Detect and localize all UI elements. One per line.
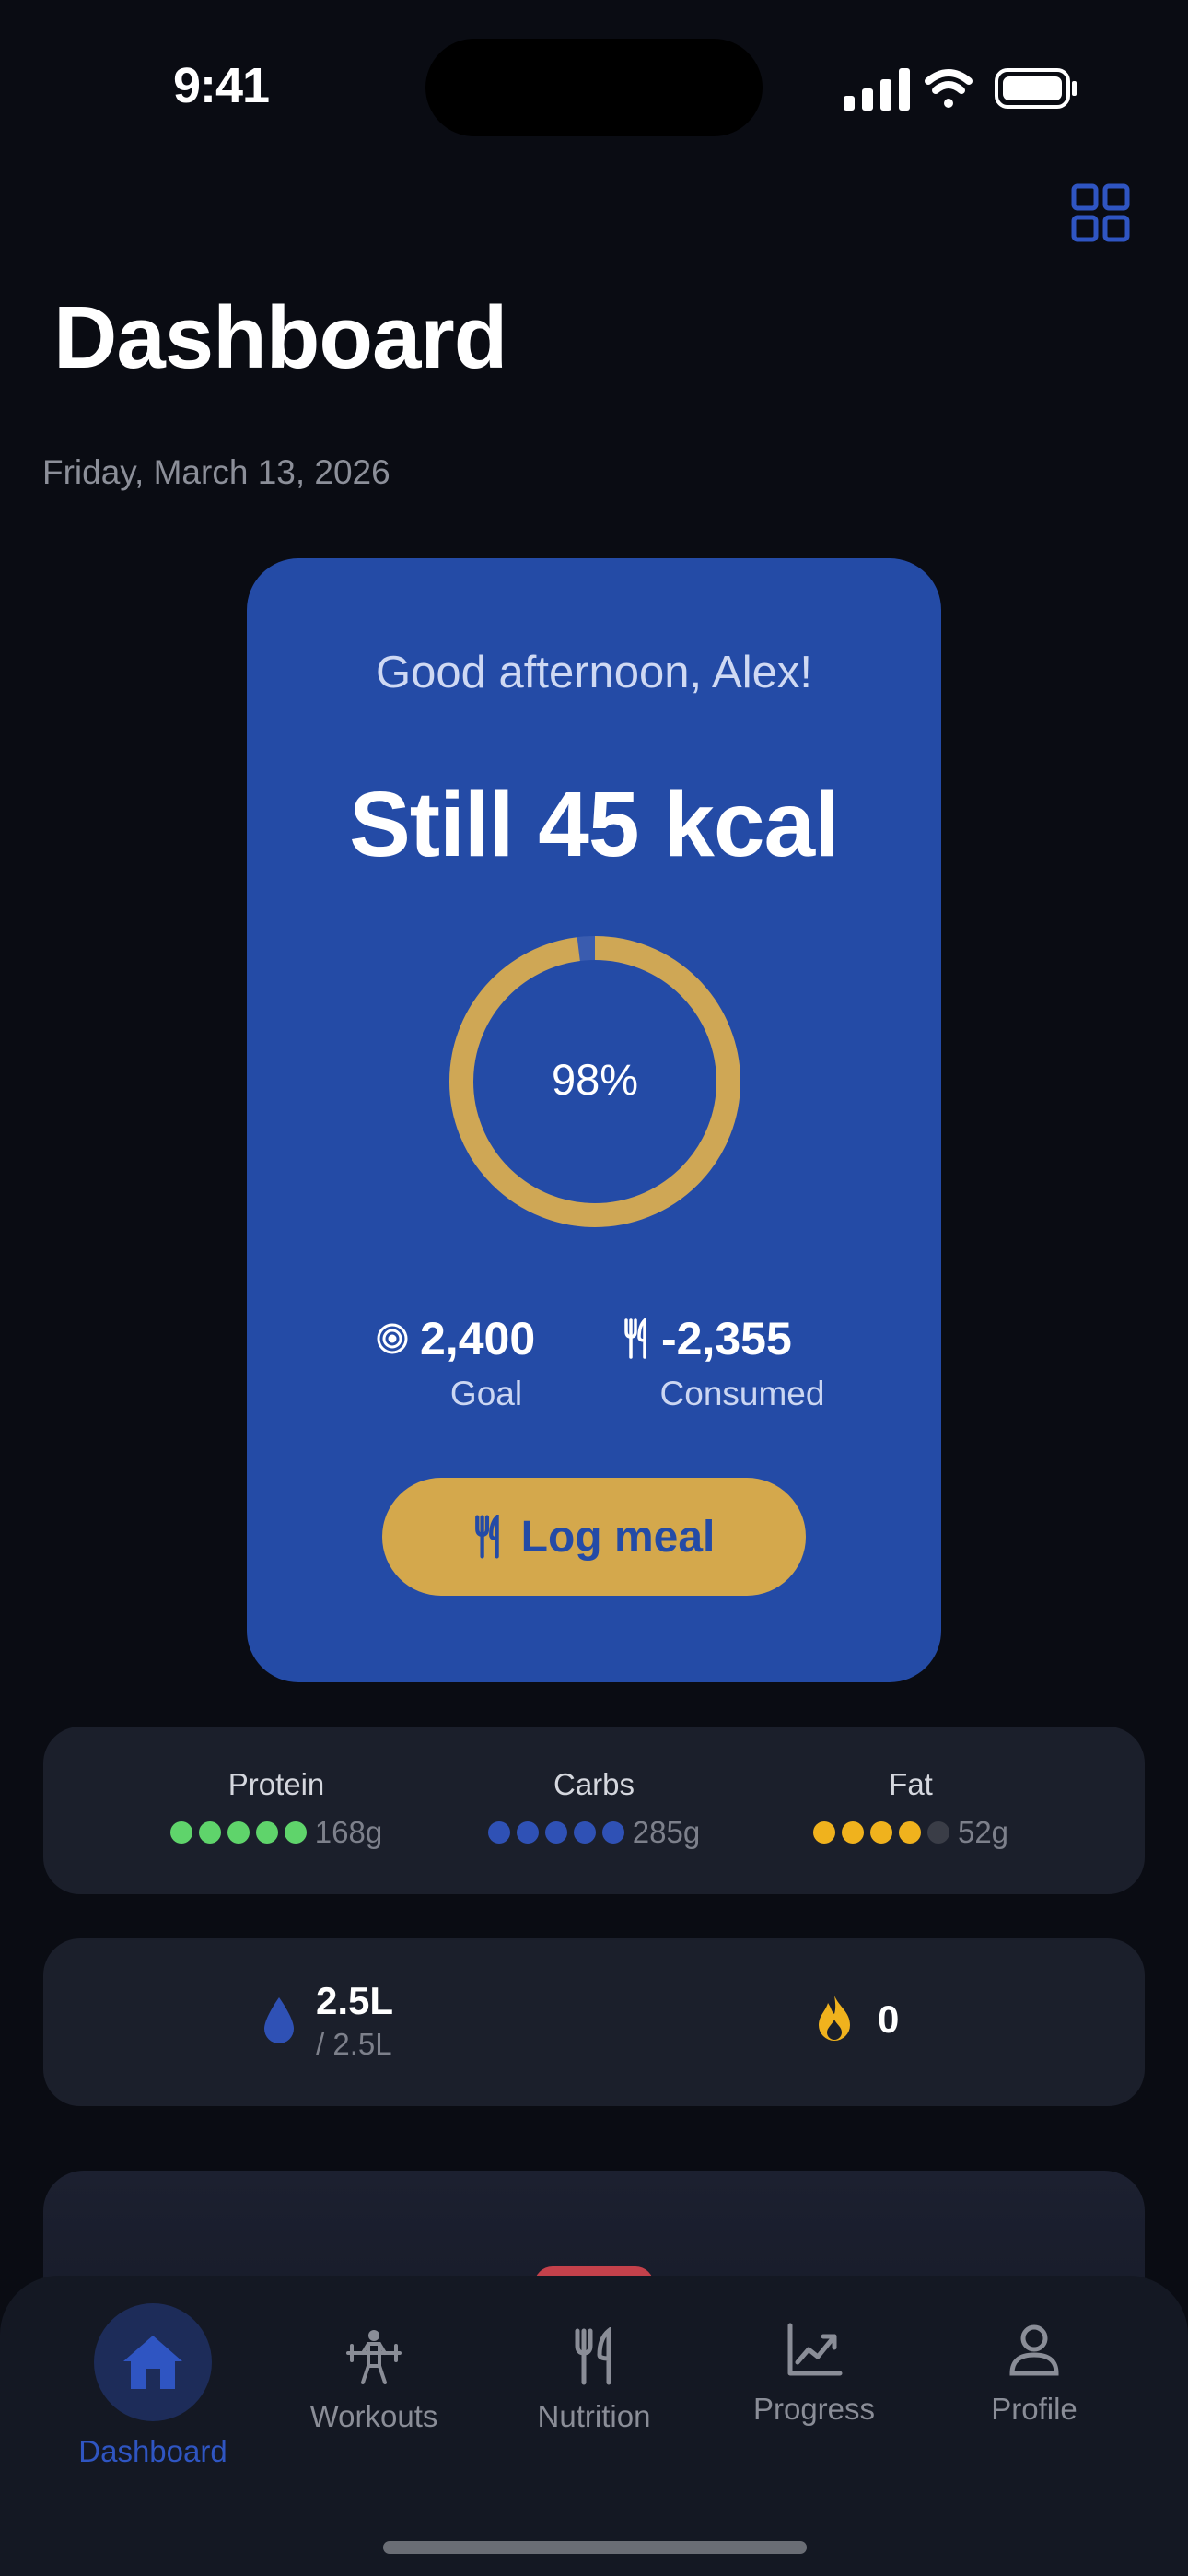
user-icon — [1009, 2324, 1059, 2376]
tab-bar: Dashboard Workouts Nutrition Progress Pr… — [0, 2276, 1188, 2576]
tab-progress[interactable]: Progress — [708, 2320, 920, 2427]
dynamic-island — [425, 39, 763, 136]
macro-dot-filled — [869, 1821, 892, 1844]
goal-value: 2,400 — [420, 1313, 536, 1364]
tab-label: Dashboard — [78, 2434, 227, 2468]
consumed-label: Consumed — [659, 1375, 825, 1412]
macro-amount: 168g — [314, 1815, 383, 1849]
weightlifter-icon — [346, 2330, 402, 2384]
water-value: 2.5L — [316, 1979, 394, 2022]
grid-icon[interactable] — [1070, 182, 1131, 243]
macro-protein: Protein 168g — [147, 1767, 405, 1850]
tab-workouts[interactable]: Workouts — [268, 2327, 480, 2434]
macro-amount: 285g — [632, 1815, 701, 1849]
active-tab-indicator — [94, 2303, 212, 2421]
calories-remaining: Still 45 kcal — [349, 773, 840, 876]
macro-dots: 168g — [147, 1815, 405, 1850]
tab-label: Workouts — [309, 2399, 438, 2433]
macro-dots: 52g — [782, 1815, 1040, 1850]
macro-dot-filled — [227, 1821, 250, 1844]
log-meal-label: Log meal — [520, 1512, 716, 1562]
macro-dot-filled — [812, 1821, 835, 1844]
tab-profile[interactable]: Profile — [928, 2320, 1140, 2427]
consumed-stat: -2,355 Consumed — [623, 1312, 862, 1413]
flame-icon — [819, 1996, 850, 2041]
macro-dot-filled — [198, 1821, 221, 1844]
status-icons — [844, 68, 1077, 111]
macro-carbs: Carbs 285g — [465, 1767, 723, 1850]
tab-label: Nutrition — [537, 2399, 651, 2433]
progress-percent: 98% — [551, 1055, 639, 1104]
consumed-value: -2,355 — [661, 1313, 792, 1364]
macro-dot-filled — [544, 1821, 567, 1844]
status-time: 9:41 — [172, 58, 270, 113]
macro-fat: Fat 52g — [782, 1767, 1040, 1850]
greeting: Good afternoon, Alex! — [376, 648, 812, 697]
water-drop-icon — [264, 1997, 294, 2043]
macro-amount: 52g — [957, 1815, 1009, 1849]
page-title: Dashboard — [53, 288, 507, 387]
macro-name: Carbs — [553, 1767, 635, 1801]
water-goal: / 2.5L — [316, 2027, 392, 2061]
calorie-card: Good afternoon, Alex! Still 45 kcal 98% … — [247, 558, 941, 1682]
macro-dot-filled — [841, 1821, 864, 1844]
home-icon — [123, 2336, 182, 2389]
tab-nutrition[interactable]: Nutrition — [488, 2327, 700, 2434]
goal-stat: 2,400 Goal — [376, 1312, 597, 1413]
signal-icon — [844, 68, 910, 111]
macro-dot-empty — [926, 1821, 949, 1844]
macro-dot-filled — [255, 1821, 278, 1844]
macro-dots: 285g — [465, 1815, 723, 1850]
log-meal-button[interactable]: Log meal — [382, 1478, 806, 1596]
fork-knife-icon — [624, 1318, 646, 1359]
macro-dot-filled — [284, 1821, 307, 1844]
macro-dot-filled — [169, 1821, 192, 1844]
fork-knife-icon — [474, 1515, 499, 1559]
goal-label: Goal — [449, 1375, 523, 1412]
fork-knife-icon — [575, 2327, 611, 2385]
macro-dot-filled — [487, 1821, 510, 1844]
battery-icon — [995, 68, 1077, 109]
macro-name: Fat — [889, 1767, 933, 1801]
home-indicator — [383, 2541, 807, 2554]
wifi-icon — [925, 69, 973, 108]
tab-label: Progress — [752, 2392, 876, 2426]
macro-dot-filled — [601, 1821, 624, 1844]
macro-name: Protein — [227, 1767, 325, 1801]
macros-card: Protein 168g Carbs 285g Fat 52g — [43, 1727, 1145, 1894]
current-date: Friday, March 13, 2026 — [42, 453, 390, 491]
water-streak-card: 2.5L / 2.5L 0 — [43, 1938, 1145, 2106]
target-icon — [377, 1323, 408, 1354]
macro-dot-filled — [898, 1821, 921, 1844]
tab-label: Profile — [991, 2392, 1077, 2426]
tab-dashboard[interactable]: Dashboard — [47, 2303, 259, 2469]
chart-line-icon — [787, 2323, 843, 2376]
macro-dot-filled — [573, 1821, 596, 1844]
macro-dot-filled — [516, 1821, 539, 1844]
streak-value: 0 — [878, 1997, 900, 2041]
